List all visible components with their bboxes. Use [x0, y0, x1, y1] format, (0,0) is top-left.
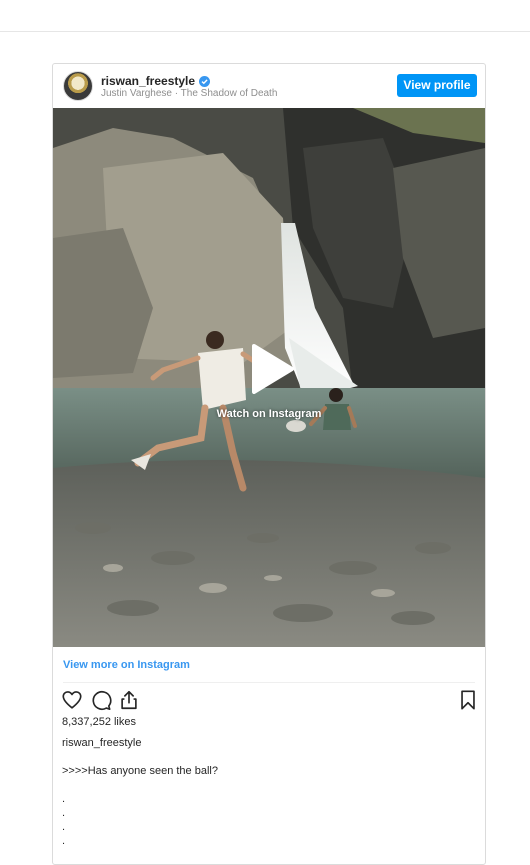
username-row: riswan_freestyle [101, 73, 211, 89]
action-bar [53, 689, 485, 713]
heart-icon[interactable] [61, 689, 83, 711]
watch-on-instagram-label[interactable]: Watch on Instagram [53, 408, 485, 420]
avatar[interactable] [63, 71, 93, 101]
top-bar [0, 0, 530, 32]
caption-dot: . [62, 807, 66, 819]
audio-subtitle[interactable]: Justin Varghese · The Shadow of Death [101, 88, 277, 99]
divider [63, 682, 475, 683]
caption-dots: . . . . [62, 792, 65, 848]
comment-icon[interactable] [90, 689, 112, 711]
caption-dot: . [62, 835, 66, 847]
caption-username[interactable]: riswan_freestyle [62, 737, 141, 749]
caption-dot: . [62, 793, 66, 805]
caption-text: >>>>Has anyone seen the ball? [62, 765, 218, 777]
video-thumbnail[interactable]: Watch on Instagram [53, 108, 485, 647]
username-link[interactable]: riswan_freestyle [101, 74, 195, 88]
view-more-link[interactable]: View more on Instagram [63, 659, 190, 671]
share-icon[interactable] [118, 689, 140, 711]
view-profile-button[interactable]: View profile [397, 74, 477, 97]
likes-count[interactable]: 8,337,252 likes [62, 716, 136, 728]
caption-dot: . [62, 821, 66, 833]
instagram-embed-card: riswan_freestyle Justin Varghese · The S… [52, 63, 486, 865]
post-header: riswan_freestyle Justin Varghese · The S… [53, 64, 485, 108]
play-icon[interactable] [246, 344, 296, 394]
bookmark-icon[interactable] [457, 689, 479, 711]
verified-badge-icon [199, 75, 211, 87]
